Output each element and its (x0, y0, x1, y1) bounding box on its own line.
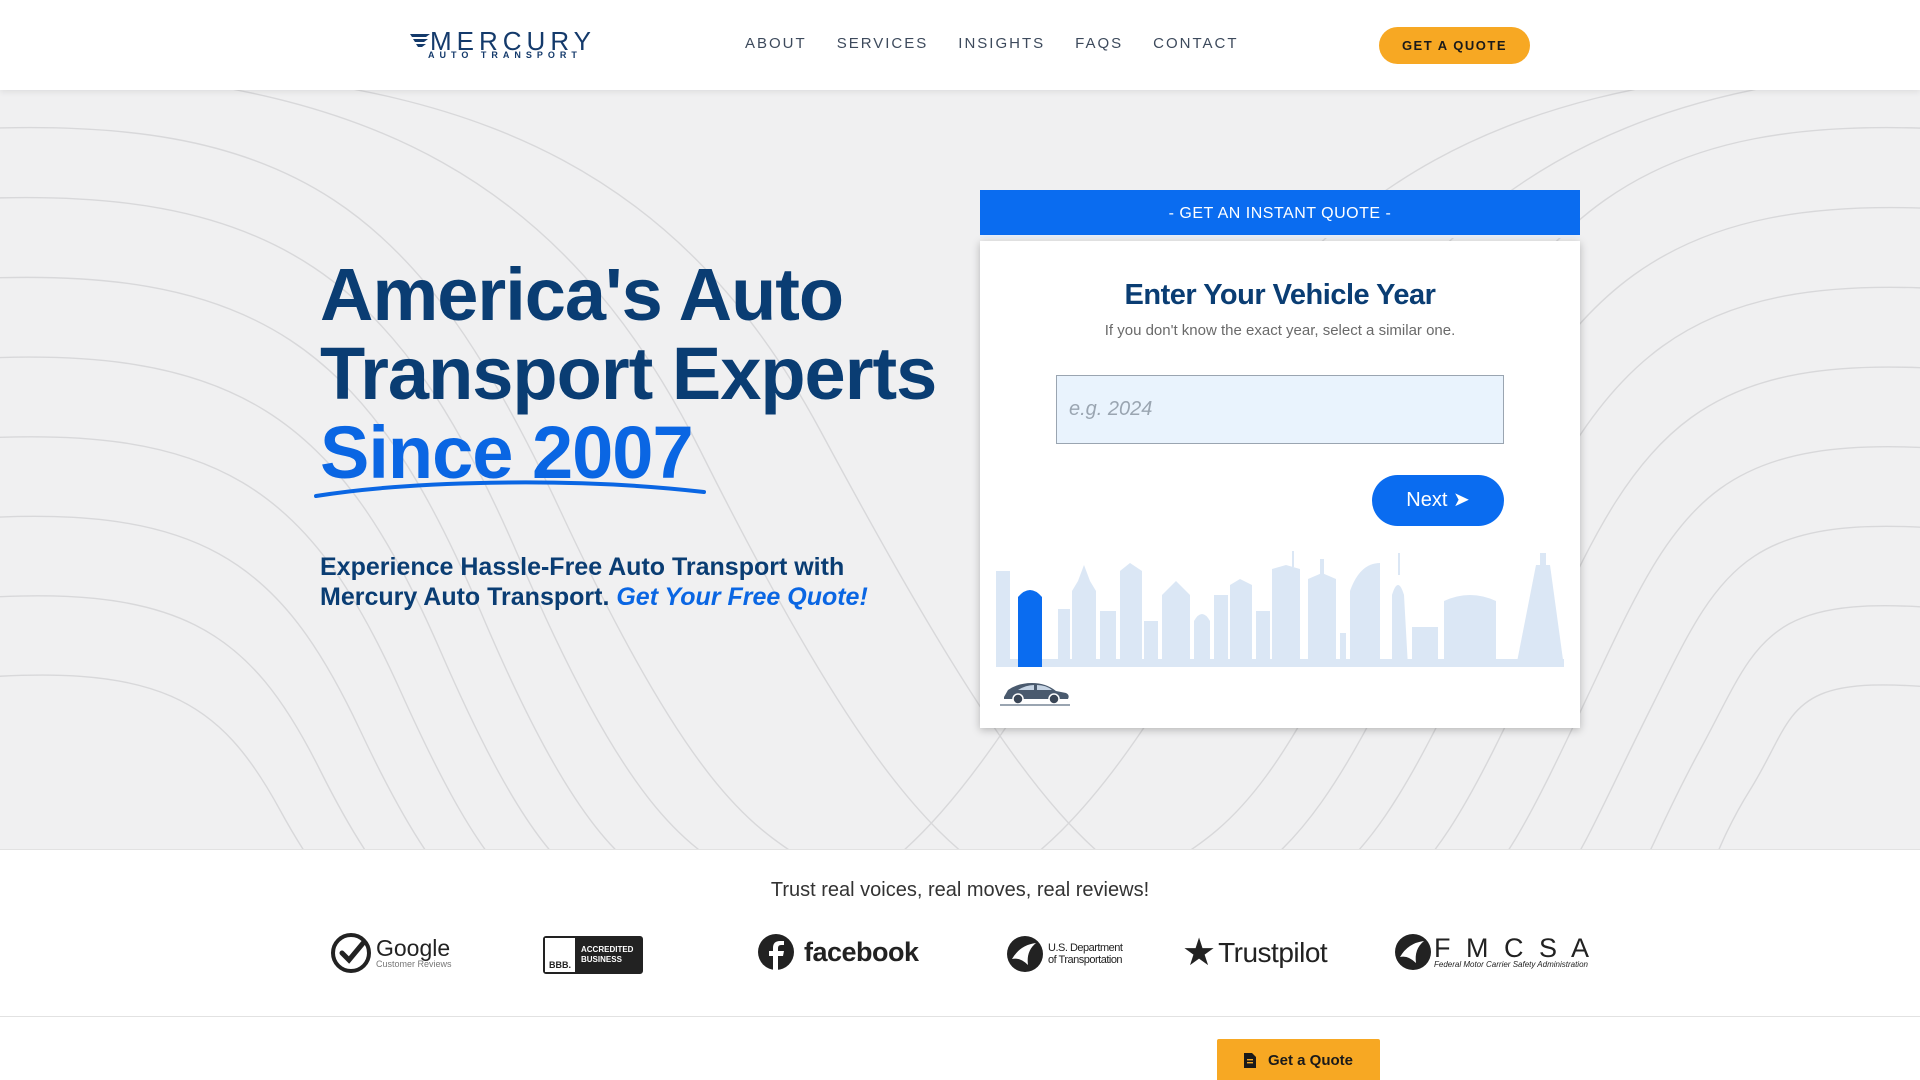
quote-form-card: Enter Your Vehicle Year If you don't kno… (980, 241, 1580, 728)
main-nav: ABOUT SERVICES INSIGHTS FAQS CONTACT (745, 35, 1269, 52)
quote-step-hint: If you don't know the exact year, select… (1104, 322, 1456, 339)
bottom-cta-label: Get a Quote (1267, 1052, 1353, 1069)
wave-lines-background (0, 90, 1920, 849)
fmcsa-label: F M C S A (1434, 932, 1594, 963)
usdot-line2: of Transportation (1048, 954, 1123, 966)
hero-title-line1: America's Auto (320, 253, 844, 336)
fmcsa-sublabel: Federal Motor Carrier Safety Administrat… (1434, 959, 1588, 969)
mercury-logo[interactable]: MERCURY AUTO TRANSPORT (410, 28, 591, 62)
trust-section: Trust real voices, real moves, real revi… (0, 849, 1920, 1017)
quote-step-title: Enter Your Vehicle Year (1124, 279, 1436, 311)
nav-contact[interactable]: CONTACT (1153, 35, 1238, 52)
instant-quote-banner: - GET AN INSTANT QUOTE - (980, 190, 1580, 238)
trustpilot-badge[interactable]: ★ Trustpilot (1182, 932, 1328, 974)
wings-icon (410, 34, 430, 47)
trustpilot-star-icon: ★ (1182, 932, 1217, 974)
nav-about[interactable]: ABOUT (745, 35, 807, 52)
nav-insights[interactable]: INSIGHTS (958, 35, 1045, 52)
bbb-mark-text: BBB. (549, 960, 571, 970)
document-icon (1243, 1053, 1256, 1068)
facebook-label: facebook (804, 936, 919, 967)
nav-faqs[interactable]: FAQS (1075, 35, 1123, 52)
logo-subtitle: AUTO TRANSPORT (428, 50, 582, 60)
facebook-badge[interactable]: facebook (758, 934, 919, 970)
trust-heading: Trust real voices, real moves, real revi… (770, 879, 1150, 901)
hero-title: America's Auto Transport Experts Since 2… (320, 255, 960, 492)
get-a-quote-button[interactable]: GET A QUOTE (1379, 27, 1530, 64)
usdot-line1: U.S. Department (1048, 942, 1123, 954)
usdot-logo-icon (1007, 936, 1043, 972)
bbb-line2: BUSINESS (581, 955, 622, 964)
trustpilot-label: Trustpilot (1218, 937, 1328, 968)
bbb-line1: ACCREDITED (581, 945, 634, 954)
google-check-icon (331, 933, 371, 973)
fmcsa-logo-icon (1395, 934, 1431, 970)
google-label: Google (376, 935, 451, 961)
google-sublabel: Customer Reviews (376, 959, 452, 969)
bbb-mark: BBB. (545, 938, 575, 972)
google-reviews-badge[interactable]: Google Customer Reviews (330, 932, 452, 974)
city-skyline-illustration (996, 551, 1564, 667)
free-quote-link[interactable]: Get Your Free Quote! (616, 583, 867, 611)
vehicle-year-input[interactable] (1056, 375, 1504, 444)
hero-subtitle: Experience Hassle-Free Auto Transport wi… (320, 552, 940, 612)
facebook-icon (758, 934, 794, 970)
hero-section: America's Auto Transport Experts Since 2… (0, 90, 1920, 849)
nav-services[interactable]: SERVICES (837, 35, 929, 52)
bottom-get-a-quote-button[interactable]: Get a Quote (1217, 1039, 1380, 1080)
fmcsa-badge[interactable]: F M C S A Federal Motor Carrier Safety A… (1394, 933, 1593, 971)
car-icon (1000, 683, 1070, 706)
bbb-accredited-badge[interactable]: BBB. ACCREDITED BUSINESS (543, 936, 643, 974)
us-dot-badge[interactable]: U.S. Department of Transportation (1006, 935, 1123, 973)
hero-title-line2: Transport Experts (320, 332, 937, 415)
brush-underline (314, 480, 706, 498)
next-button[interactable]: Next ➤ (1372, 475, 1504, 526)
site-header: MERCURY AUTO TRANSPORT ABOUT SERVICES IN… (0, 0, 1920, 90)
